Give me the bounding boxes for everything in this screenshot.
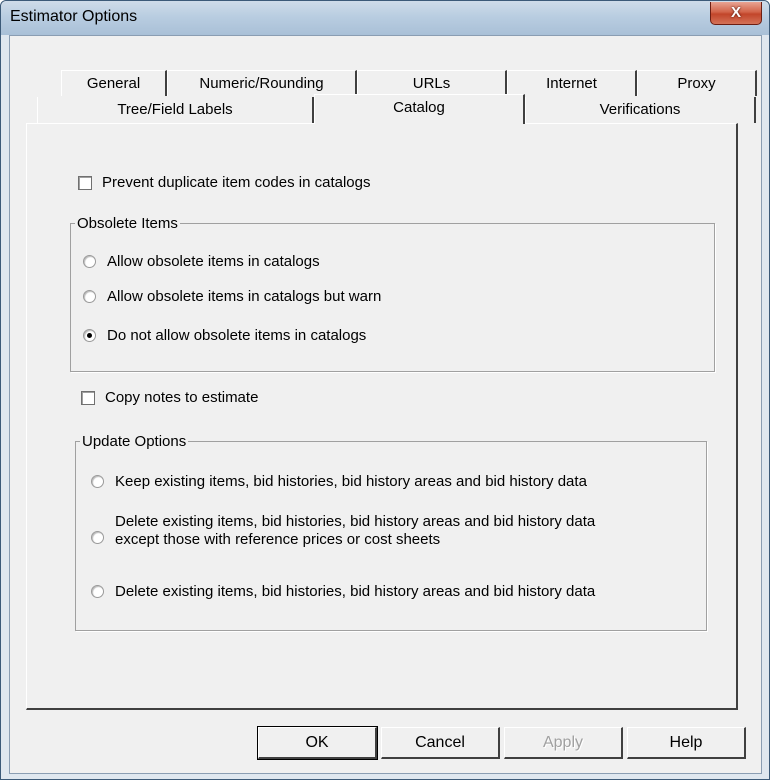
tab-proxy[interactable]: Proxy xyxy=(637,70,757,96)
radio-allow-obsolete-button[interactable] xyxy=(83,255,96,268)
ok-button[interactable]: OK xyxy=(257,726,378,760)
radio-disallow-obsolete-label: Do not allow obsolete items in catalogs xyxy=(107,327,367,344)
tab-general[interactable]: General xyxy=(61,70,167,96)
title-bar[interactable]: Estimator Options X xyxy=(1,1,769,35)
update-options-group-title: Update Options xyxy=(80,433,189,450)
tab-numeric-rounding[interactable]: Numeric/Rounding xyxy=(167,70,357,96)
obsolete-items-group-title: Obsolete Items xyxy=(75,215,180,232)
radio-disallow-obsolete-button[interactable] xyxy=(83,329,96,342)
radio-keep-existing-button[interactable] xyxy=(91,475,104,488)
radio-delete-except-reference[interactable]: Delete existing items, bid histories, bi… xyxy=(91,513,595,549)
radio-delete-except-reference-label: Delete existing items, bid histories, bi… xyxy=(115,513,596,548)
tab-verifications[interactable]: Verifications xyxy=(525,97,756,123)
radio-disallow-obsolete[interactable]: Do not allow obsolete items in catalogs xyxy=(83,327,366,344)
apply-button[interactable]: Apply xyxy=(504,727,623,759)
radio-delete-all-button[interactable] xyxy=(91,585,104,598)
radio-delete-all-label: Delete existing items, bid histories, bi… xyxy=(115,583,596,600)
radio-keep-existing-label: Keep existing items, bid histories, bid … xyxy=(115,473,587,490)
radio-allow-obsolete-warn-button[interactable] xyxy=(83,290,96,303)
radio-keep-existing[interactable]: Keep existing items, bid histories, bid … xyxy=(91,473,587,490)
radio-allow-obsolete-warn[interactable]: Allow obsolete items in catalogs but war… xyxy=(83,288,381,305)
radio-delete-except-reference-button[interactable] xyxy=(91,531,104,544)
tab-catalog[interactable]: Catalog xyxy=(314,94,525,124)
window-title: Estimator Options xyxy=(10,8,138,25)
copy-notes-checkbox-row[interactable]: Copy notes to estimate xyxy=(81,389,258,406)
radio-delete-all[interactable]: Delete existing items, bid histories, bi… xyxy=(91,583,595,600)
radio-allow-obsolete[interactable]: Allow obsolete items in catalogs xyxy=(83,253,320,270)
close-button[interactable]: X xyxy=(710,2,762,25)
cancel-button[interactable]: Cancel xyxy=(381,727,500,759)
tab-urls[interactable]: URLs xyxy=(357,70,507,96)
tab-tree-field-labels[interactable]: Tree/Field Labels xyxy=(37,97,314,123)
radio-allow-obsolete-warn-label: Allow obsolete items in catalogs but war… xyxy=(107,288,382,305)
prevent-duplicates-checkbox[interactable] xyxy=(78,175,92,190)
copy-notes-checkbox[interactable] xyxy=(81,390,95,405)
help-button[interactable]: Help xyxy=(627,727,746,759)
prevent-duplicates-label: Prevent duplicate item codes in catalogs xyxy=(102,174,371,191)
tab-internet[interactable]: Internet xyxy=(507,70,637,96)
copy-notes-label: Copy notes to estimate xyxy=(105,389,259,406)
prevent-duplicates-checkbox-row[interactable]: Prevent duplicate item codes in catalogs xyxy=(78,174,370,191)
radio-allow-obsolete-label: Allow obsolete items in catalogs xyxy=(107,253,320,270)
